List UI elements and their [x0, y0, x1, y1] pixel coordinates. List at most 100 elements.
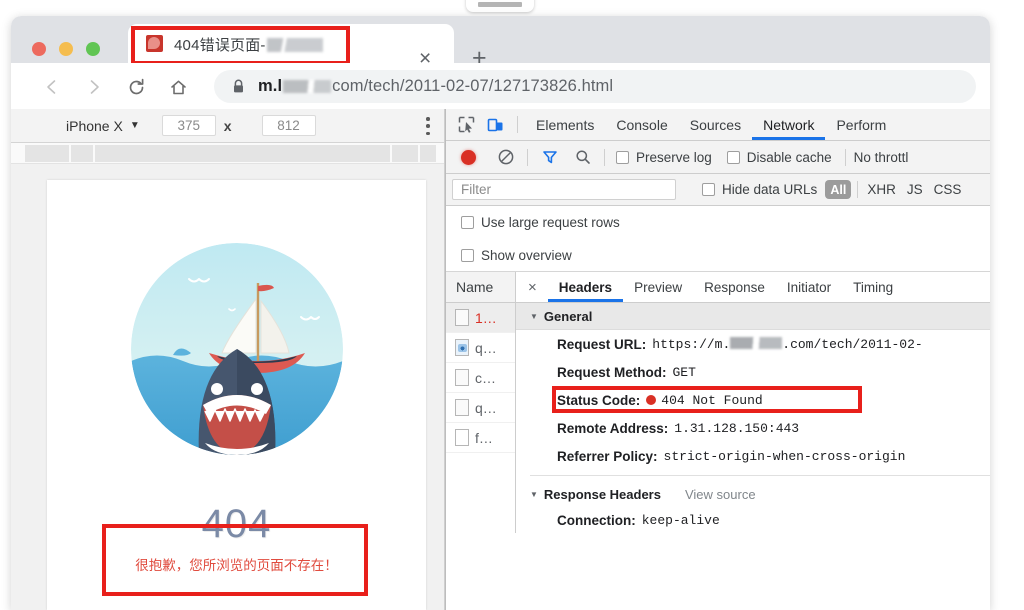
filter-type-js[interactable]: JS: [907, 182, 923, 197]
header-key: Status Code:: [557, 393, 640, 408]
document-icon: [455, 399, 469, 416]
toolbar-divider-3: [604, 149, 605, 166]
network-panel: Name 1… q… c…: [446, 272, 990, 533]
header-row-request-method: Request Method: GET: [516, 358, 990, 386]
header-value: keep-alive: [642, 513, 720, 528]
show-overview-option[interactable]: Show overview: [446, 239, 990, 272]
device-toggle-icon[interactable]: [481, 111, 510, 139]
navigation-bar: m.lcom/tech/2011-02-07/127173826.html: [11, 63, 990, 109]
device-emulation-pane: iPhone X ▼ 375 x 812: [11, 109, 445, 610]
filter-type-css[interactable]: CSS: [934, 182, 962, 197]
tab-title-redaction: [267, 38, 323, 52]
filter-input[interactable]: Filter: [452, 179, 676, 200]
device-viewport[interactable]: 404 很抱歉，您所浏览的页面不存在！: [47, 180, 426, 610]
response-headers-label: Response Headers: [544, 487, 661, 502]
header-key: Request URL:: [557, 337, 646, 352]
request-name: q…: [475, 340, 497, 356]
device-height-input[interactable]: 812: [262, 115, 316, 136]
lock-icon: [232, 79, 245, 94]
request-name: 1…: [475, 310, 497, 326]
table-row[interactable]: c…: [446, 363, 515, 393]
document-icon: [455, 369, 469, 386]
tab-timing[interactable]: Timing: [842, 272, 904, 302]
detail-tab-bar: × Headers Preview Response Initiator Tim…: [516, 272, 990, 303]
table-row[interactable]: q…: [446, 333, 515, 363]
header-value: GET: [673, 365, 696, 380]
chevron-down-icon[interactable]: ▼: [130, 120, 140, 131]
network-toolbar: Preserve log Disable cache No throttl: [446, 141, 990, 174]
browser-tab[interactable]: 404错误页面-: [128, 24, 454, 63]
status-error-dot-icon: [646, 395, 656, 405]
device-ruler: [11, 143, 444, 164]
general-section-header[interactable]: ▼ General: [516, 303, 990, 330]
checkbox-box: [461, 249, 474, 262]
header-key: Request Method:: [557, 365, 667, 380]
blank-icon: [455, 429, 469, 446]
table-row[interactable]: 1…: [446, 303, 515, 333]
forward-arrow-icon[interactable]: [77, 72, 111, 102]
tab-initiator[interactable]: Initiator: [776, 272, 842, 302]
close-detail-button[interactable]: ×: [528, 279, 537, 296]
filter-type-xhr[interactable]: XHR: [867, 182, 896, 197]
tab-elements[interactable]: Elements: [525, 109, 605, 140]
tab-title: 404错误页面-: [174, 34, 323, 55]
checkbox-box: [461, 216, 474, 229]
request-list-header: Name: [446, 272, 515, 303]
tab-headers[interactable]: Headers: [548, 272, 623, 302]
tab-network[interactable]: Network: [752, 109, 825, 140]
request-name: c…: [475, 370, 496, 386]
url-redaction: [283, 80, 331, 93]
devtools-pane: Elements Console Sources Network Perform: [445, 109, 990, 610]
dimension-separator: x: [224, 118, 232, 134]
disable-cache-checkbox[interactable]: Disable cache: [727, 150, 832, 165]
header-key: Referrer Policy:: [557, 449, 658, 464]
table-row[interactable]: q…: [446, 393, 515, 423]
reload-icon[interactable]: [119, 72, 153, 102]
filter-type-all[interactable]: All: [825, 180, 851, 199]
device-model-select[interactable]: iPhone X: [66, 118, 123, 134]
maximize-window-button[interactable]: [86, 42, 100, 56]
request-name: q…: [475, 400, 497, 416]
error-message: 很抱歉，您所浏览的页面不存在！: [47, 554, 426, 574]
document-icon: [455, 309, 469, 326]
window-controls: [32, 42, 100, 56]
tab-console[interactable]: Console: [605, 109, 678, 140]
home-icon[interactable]: [161, 72, 195, 102]
address-bar[interactable]: m.lcom/tech/2011-02-07/127173826.html: [214, 70, 976, 103]
minimize-window-button[interactable]: [59, 42, 73, 56]
large-rows-option[interactable]: Use large request rows: [446, 206, 990, 239]
view-source-link[interactable]: View source: [685, 487, 756, 502]
inspect-cursor-icon[interactable]: [452, 111, 481, 139]
filter-funnel-icon[interactable]: [535, 143, 564, 171]
record-button-icon[interactable]: [454, 143, 483, 171]
clear-icon[interactable]: [491, 143, 520, 171]
browser-content: iPhone X ▼ 375 x 812: [11, 109, 990, 610]
preserve-log-checkbox[interactable]: Preserve log: [616, 150, 712, 165]
section-divider: [530, 475, 990, 476]
tab-sources[interactable]: Sources: [679, 109, 752, 140]
tab-preview[interactable]: Preview: [623, 272, 693, 302]
response-headers-section-header[interactable]: ▼ Response Headers View source: [516, 482, 990, 506]
tab-performance[interactable]: Perform: [825, 109, 897, 140]
back-arrow-icon[interactable]: [35, 72, 69, 102]
background-window: [466, 0, 534, 12]
device-width-input[interactable]: 375: [162, 115, 216, 136]
large-rows-label: Use large request rows: [481, 215, 620, 230]
disable-cache-label: Disable cache: [747, 150, 832, 165]
error-code: 404: [47, 502, 426, 547]
throttling-select[interactable]: No throttl: [854, 150, 909, 165]
checkbox-box: [616, 151, 629, 164]
hide-data-urls-checkbox[interactable]: Hide data URLs: [702, 182, 817, 197]
network-filter-bar: Filter Hide data URLs All XHR JS CSS: [446, 174, 990, 206]
tab-strip: 404错误页面- × +: [11, 16, 990, 63]
header-value: https://m..com/tech/2011-02-: [652, 337, 922, 352]
screenshot-root: 404错误页面- × +: [0, 0, 1024, 610]
table-row[interactable]: f…: [446, 423, 515, 453]
close-window-button[interactable]: [32, 42, 46, 56]
triangle-down-icon: ▼: [530, 312, 538, 321]
kebab-menu-icon[interactable]: [426, 117, 430, 135]
tab-response[interactable]: Response: [693, 272, 776, 302]
search-icon[interactable]: [568, 143, 597, 171]
hide-data-urls-label: Hide data URLs: [722, 182, 817, 197]
header-row-referrer-policy: Referrer Policy: strict-origin-when-cros…: [516, 442, 990, 470]
